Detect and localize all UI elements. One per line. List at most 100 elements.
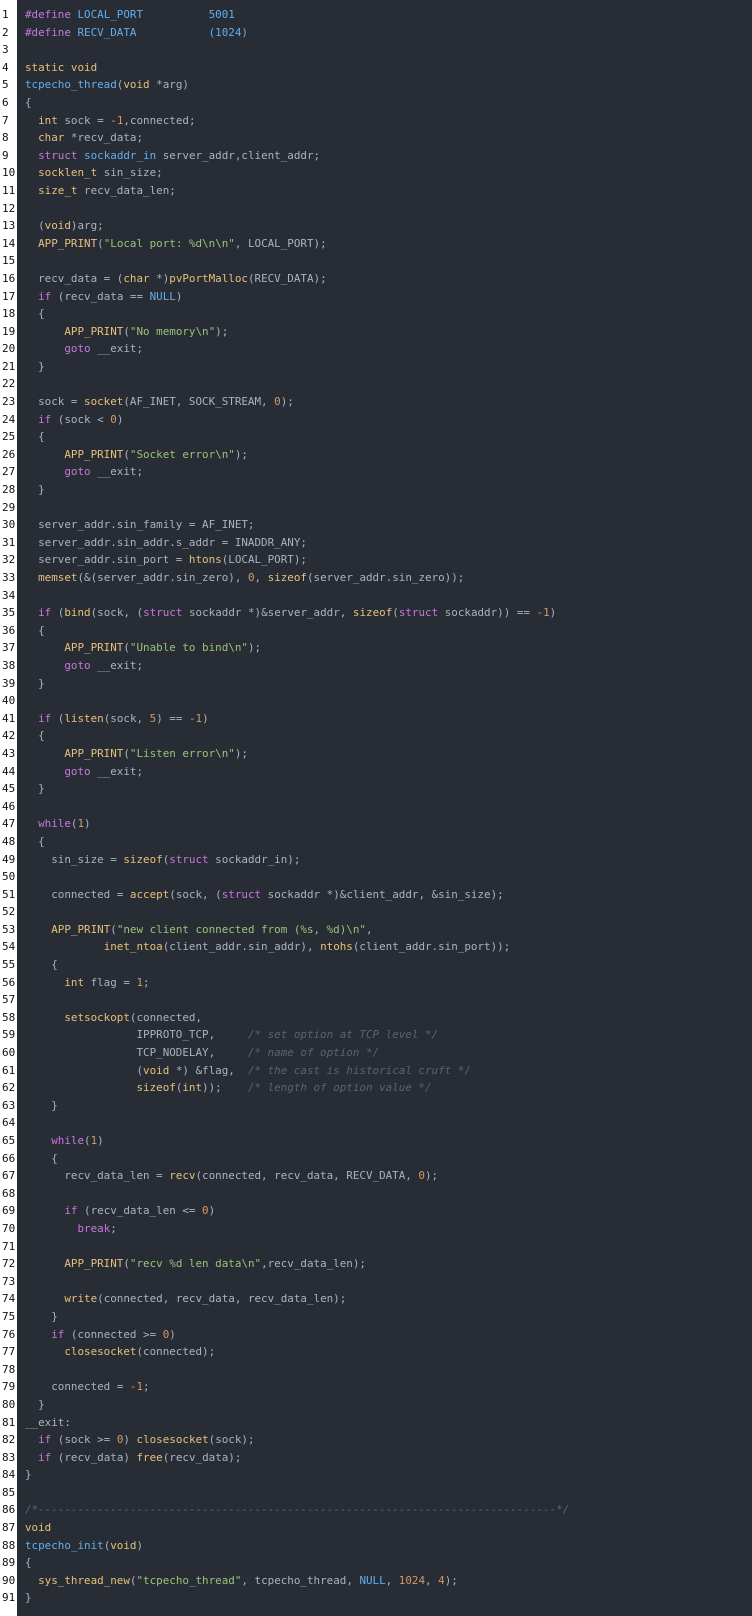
code-line: 81 __exit:: [0, 1414, 752, 1432]
line-number: 73: [2, 1274, 16, 1288]
code-token: ;: [143, 1380, 150, 1394]
code-line: 46: [0, 798, 752, 816]
code-token: recv_data = (: [25, 271, 124, 285]
code-token: struct: [398, 606, 439, 620]
line-code: APP_PRINT("No memory\n");: [25, 323, 228, 341]
line-number: 12: [2, 201, 16, 215]
line-number: 35: [2, 606, 16, 620]
code-line: 34: [0, 587, 752, 605]
code-token: bind: [64, 606, 91, 620]
code-token: ));: [202, 1081, 248, 1095]
code-token: );: [247, 641, 262, 655]
code-token: ): [123, 1433, 137, 1447]
line-number: 78: [2, 1362, 16, 1376]
line-code: }: [25, 1466, 32, 1484]
code-token: accept: [129, 887, 170, 901]
code-editor[interactable]: 1 #define LOCAL_PORT 5001 2 #define RECV_DA…: [0, 0, 752, 1616]
line-number: 36: [2, 623, 16, 637]
code-token: ): [97, 1134, 104, 1147]
line-number: 45: [2, 782, 16, 796]
line-number: 77: [2, 1345, 16, 1359]
line-number: 25: [2, 430, 16, 444]
code-token: goto: [64, 764, 91, 778]
code-token: "Listen error\n": [129, 746, 235, 760]
code-token: if: [38, 1433, 52, 1447]
code-line: 43 APP_PRINT("Listen error\n");: [0, 745, 752, 763]
code-line: 47 while(1): [0, 815, 752, 833]
line-number: 24: [2, 412, 16, 426]
line-number: 67: [2, 1169, 16, 1183]
code-line: 10 socklen_t sin_size;: [0, 164, 752, 182]
code-token: (sock, (: [90, 606, 144, 620]
line-number: 64: [2, 1116, 16, 1130]
code-token: goto: [64, 342, 91, 356]
line-number: 20: [2, 342, 16, 356]
line-number: 81: [2, 1415, 16, 1429]
line-number: 23: [2, 395, 16, 409]
line-code: tcpecho_init(void): [25, 1537, 143, 1555]
code-line: 49 sin_size = sizeof(struct sockaddr_in)…: [0, 851, 752, 869]
line-code: {: [25, 428, 45, 446]
line-number: 91: [2, 1591, 16, 1605]
code-token: #define: [25, 8, 78, 21]
code-line: 77 closesocket(connected);: [0, 1343, 752, 1361]
line-number: 38: [2, 658, 16, 672]
line-number: 19: [2, 324, 16, 338]
code-token: struct: [221, 887, 262, 901]
code-token: RECV_DATA: [77, 25, 137, 39]
code-line: 25 {: [0, 428, 752, 446]
code-line: 40: [0, 692, 752, 710]
code-token: recv: [169, 1169, 196, 1183]
line-code: server_addr.sin_addr.s_addr = INADDR_ANY…: [25, 534, 307, 552]
line-number: 65: [2, 1134, 16, 1147]
code-token: free: [136, 1450, 163, 1464]
line-code: APP_PRINT("new client connected from (%s…: [25, 921, 372, 939]
line-number: 11: [2, 183, 16, 197]
code-line: 26 APP_PRINT("Socket error\n");: [0, 446, 752, 464]
code-token: );: [215, 324, 229, 338]
code-token: }: [25, 782, 45, 796]
line-number: 59: [2, 1028, 16, 1042]
code-token: )arg;: [70, 219, 104, 233]
code-token: {: [25, 307, 45, 321]
line-code: static void: [25, 59, 97, 77]
line-number: 30: [2, 518, 16, 532]
code-token: APP_PRINT: [64, 447, 124, 461]
code-line: 3: [0, 41, 752, 59]
line-number: 90: [2, 1573, 16, 1587]
code-token: ): [175, 289, 183, 303]
code-token: }: [25, 1309, 58, 1323]
code-token: ;: [110, 1221, 117, 1235]
code-token: "new client connected from (%s, %d)\n": [116, 922, 366, 936]
code-token: char: [123, 271, 150, 285]
code-token: htons: [188, 553, 222, 567]
line-code: if (recv_data) free(recv_data);: [25, 1449, 241, 1467]
line-number: 84: [2, 1468, 16, 1482]
code-token: (sock,: [103, 711, 150, 725]
code-token: /* set option at TCP level */: [247, 1028, 439, 1042]
line-number: 55: [2, 958, 16, 972]
code-line: 56 int flag = 1;: [0, 974, 752, 992]
line-number: 41: [2, 711, 16, 725]
line-number: 56: [2, 975, 16, 989]
code-token: if: [64, 1204, 78, 1218]
code-token: sizeof: [136, 1081, 176, 1095]
code-lines: 1 #define LOCAL_PORT 5001 2 #define RECV_DA…: [0, 6, 752, 1607]
code-token: APP_PRINT: [64, 1257, 124, 1271]
line-code: goto __exit;: [25, 463, 143, 481]
line-code: if (sock < 0): [25, 411, 123, 429]
line-number: 6: [2, 95, 9, 109]
code-line: 38 goto __exit;: [0, 657, 752, 675]
line-code: }: [25, 358, 45, 376]
code-token: 5001: [208, 8, 235, 21]
